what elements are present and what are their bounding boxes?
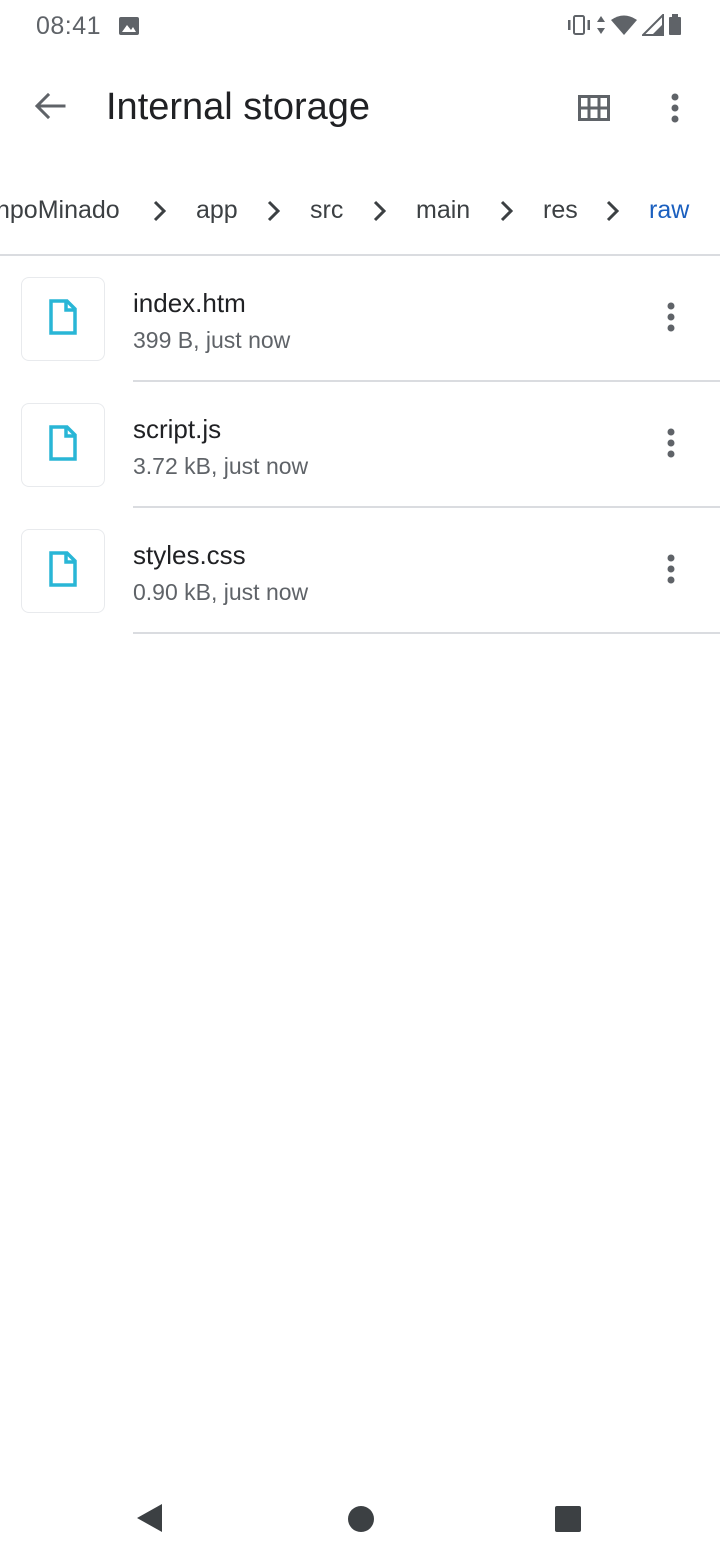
breadcrumb-item[interactable]: src xyxy=(310,196,343,225)
file-name: index.htm xyxy=(133,288,246,318)
file-icon xyxy=(48,298,78,340)
list-item[interactable]: index.htm 399 B, just now xyxy=(0,256,720,382)
file-icon xyxy=(48,550,78,592)
app-bar: Internal storage xyxy=(0,54,720,166)
chevron-right-icon xyxy=(372,199,388,228)
chevron-right-icon xyxy=(605,199,621,228)
nav-recents-icon[interactable] xyxy=(554,1505,582,1538)
file-list: index.htm 399 B, just now script.js 3.72… xyxy=(0,256,720,634)
file-name: styles.css xyxy=(133,540,246,570)
signal-icon xyxy=(640,12,664,41)
page-title: Internal storage xyxy=(106,86,371,128)
nav-back-icon[interactable] xyxy=(134,1502,164,1539)
breadcrumb-item[interactable]: res xyxy=(543,196,578,225)
chevron-right-icon xyxy=(266,199,282,228)
chevron-right-icon xyxy=(152,199,168,228)
more-options-button[interactable] xyxy=(650,84,700,136)
file-thumbnail xyxy=(21,403,105,487)
file-meta: 3.72 kB, just now xyxy=(133,453,309,479)
more-vert-icon xyxy=(671,93,679,128)
status-icons xyxy=(566,12,682,41)
grid-view-icon xyxy=(578,94,610,126)
photo-icon xyxy=(118,15,140,42)
grid-view-button[interactable] xyxy=(566,84,622,136)
wifi-icon xyxy=(610,14,638,41)
breadcrumb: npoMinado app src main res raw xyxy=(0,180,720,244)
file-thumbnail xyxy=(21,277,105,361)
more-vert-icon xyxy=(667,302,675,337)
back-button[interactable] xyxy=(24,82,76,134)
file-meta: 0.90 kB, just now xyxy=(133,579,309,605)
divider xyxy=(133,632,720,634)
list-item[interactable]: script.js 3.72 kB, just now xyxy=(0,382,720,508)
list-item[interactable]: styles.css 0.90 kB, just now xyxy=(0,508,720,634)
file-more-button[interactable] xyxy=(648,546,694,596)
system-nav-bar xyxy=(0,1476,720,1560)
back-arrow-icon xyxy=(34,92,66,125)
status-bar: 08:41 xyxy=(0,0,720,54)
file-name: script.js xyxy=(133,414,222,444)
battery-icon xyxy=(668,14,682,41)
file-meta: 399 B, just now xyxy=(133,327,291,353)
chevron-right-icon xyxy=(499,199,515,228)
status-time: 08:41 xyxy=(36,12,102,40)
file-more-button[interactable] xyxy=(648,294,694,344)
breadcrumb-item[interactable]: main xyxy=(416,196,470,225)
file-thumbnail xyxy=(21,529,105,613)
vibrate-icon xyxy=(566,14,592,41)
more-vert-icon xyxy=(667,554,675,589)
breadcrumb-item-current[interactable]: raw xyxy=(649,196,689,225)
file-more-button[interactable] xyxy=(648,420,694,470)
breadcrumb-item[interactable]: npoMinado xyxy=(0,196,120,225)
file-icon xyxy=(48,424,78,466)
breadcrumb-item[interactable]: app xyxy=(196,196,238,225)
nav-home-icon[interactable] xyxy=(347,1505,375,1538)
more-vert-icon xyxy=(667,428,675,463)
data-arrows-icon xyxy=(596,14,606,41)
